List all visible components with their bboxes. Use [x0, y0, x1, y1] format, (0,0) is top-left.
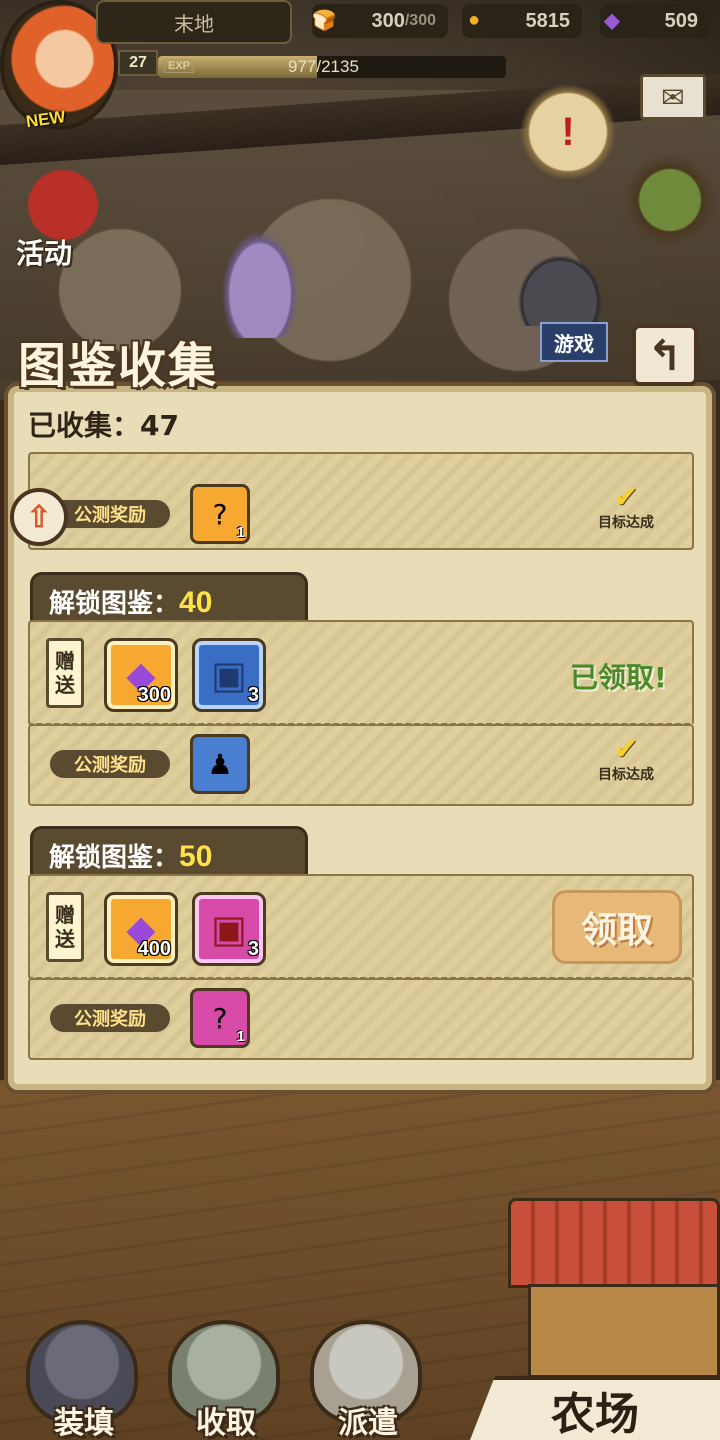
gem-value: 509 — [664, 9, 698, 32]
mystery-item[interactable]: ? 1 — [190, 988, 250, 1048]
gem-reward[interactable]: ◆ 400 — [104, 892, 178, 966]
game-sign[interactable]: 游戏 — [540, 322, 608, 362]
event-label[interactable]: 活动 — [16, 232, 72, 272]
item-qty: 400 — [137, 938, 171, 960]
gift-tag-char: 送 — [55, 673, 75, 697]
stamina-max: /300 — [404, 12, 436, 29]
nav-collect-button[interactable]: 收取 — [156, 1320, 296, 1440]
scroll-up-button[interactable]: ⇧ — [10, 488, 68, 546]
prev-reward-row: 公测奖励 ? 1 ✔ 目标达成 — [28, 452, 694, 550]
backpack-icon[interactable] — [622, 150, 718, 250]
farm-stable — [528, 1284, 720, 1378]
mystery-item[interactable]: ? 1 — [190, 484, 250, 544]
gift-tag-char: 送 — [55, 927, 75, 951]
gift-tag: 赠 送 — [46, 638, 84, 708]
character-reward[interactable]: ♟ — [190, 734, 250, 794]
nav-load-label: 装填 — [54, 1406, 114, 1440]
player-level: 27 — [118, 50, 158, 76]
gift-tag: 赠 送 — [46, 892, 84, 962]
farm-building[interactable] — [508, 1198, 720, 1378]
stamina-value: 300 — [371, 9, 405, 32]
unlock-tab-40: 解锁图鉴：40 — [30, 572, 308, 622]
gold-value: 5815 — [525, 9, 571, 32]
red-chest-icon: ▣ — [211, 907, 247, 951]
unlock-number: 40 — [179, 586, 213, 619]
mystery-silhouette-icon: ? — [212, 1001, 228, 1035]
achieved-label: 目标达成 — [598, 767, 654, 783]
gold-counter[interactable]: ● 5815 — [462, 4, 582, 38]
reward-tag: 公测奖励 — [48, 748, 172, 780]
chest-reward[interactable]: ▣ 3 — [192, 638, 266, 712]
farm-label[interactable]: 农场 — [470, 1376, 720, 1440]
reward-tag: 公测奖励 — [48, 1002, 172, 1034]
claim-button[interactable]: 领取 — [552, 890, 682, 964]
onion-creature — [220, 228, 300, 338]
gem-counter[interactable]: ◆ 509 — [600, 4, 710, 38]
exp-text: 977/2135 — [288, 57, 359, 76]
panel-title: 图鉴收集 — [18, 338, 219, 394]
exp-label: EXP — [164, 59, 195, 73]
reward-row-40: 公测奖励 ♟ ✔ 目标达成 — [28, 724, 694, 806]
unlock-tab-50: 解锁图鉴：50 — [30, 826, 308, 876]
achieved-badge: ✔ 目标达成 — [586, 732, 666, 786]
unlock-label: 解锁图鉴： — [49, 843, 180, 873]
reward-list[interactable]: 公测奖励 ? 1 ✔ 目标达成 解锁图鉴：40 赠 送 ◆ 300 ▣ 3 已领… — [26, 452, 696, 1064]
item-qty: 3 — [247, 684, 259, 706]
back-button[interactable]: ↰ — [632, 324, 698, 386]
gift-row-50: 赠 送 ◆ 400 ▣ 3 领取 — [28, 874, 694, 980]
purple-gem-icon: ◆ — [604, 9, 620, 32]
gem-reward[interactable]: ◆ 300 — [104, 638, 178, 712]
mail-icon[interactable]: ✉ — [640, 74, 706, 120]
exp-bar: EXP 977/2135 — [158, 56, 506, 78]
mystery-silhouette-icon: ? — [212, 497, 228, 531]
achieved-label: 目标达成 — [598, 515, 654, 531]
stamina-counter[interactable]: 🍞 300/300 — [312, 4, 448, 38]
egg-creature — [510, 246, 610, 326]
gift-tag-char: 赠 — [55, 649, 75, 673]
nav-collect-label: 收取 — [196, 1406, 256, 1440]
collected-count: 已收集：47 — [28, 409, 179, 442]
blue-chest-icon: ▣ — [211, 653, 247, 697]
character-icon: ♟ — [207, 747, 233, 781]
nav-dispatch-button[interactable]: 派遣 — [298, 1320, 438, 1440]
gift-tag-char: 赠 — [55, 903, 75, 927]
bread-icon: 🍞 — [311, 9, 337, 32]
item-qty: 1 — [236, 524, 245, 541]
gold-coin-icon: ● — [467, 8, 481, 31]
gift-row-40: 赠 送 ◆ 300 ▣ 3 已领取! — [28, 620, 694, 726]
chest-reward[interactable]: ▣ 3 — [192, 892, 266, 966]
unlock-number: 50 — [179, 840, 213, 873]
reward-row-50: 公测奖励 ? 1 — [28, 978, 694, 1060]
player-name: 末地 — [96, 0, 292, 44]
check-icon: ✔ — [613, 732, 639, 767]
farm-roof — [508, 1198, 720, 1288]
quest-scroll-icon[interactable]: ! — [512, 84, 624, 180]
claimed-status: 已领取! — [570, 661, 667, 694]
item-qty: 1 — [236, 1028, 245, 1045]
nav-dispatch-label: 派遣 — [338, 1406, 398, 1440]
unlock-label: 解锁图鉴： — [49, 589, 180, 619]
item-qty: 3 — [247, 938, 259, 960]
item-qty: 300 — [137, 684, 171, 706]
check-icon: ✔ — [613, 480, 639, 515]
achieved-badge: ✔ 目标达成 — [586, 480, 666, 534]
nav-load-button[interactable]: 装填 — [14, 1320, 154, 1440]
